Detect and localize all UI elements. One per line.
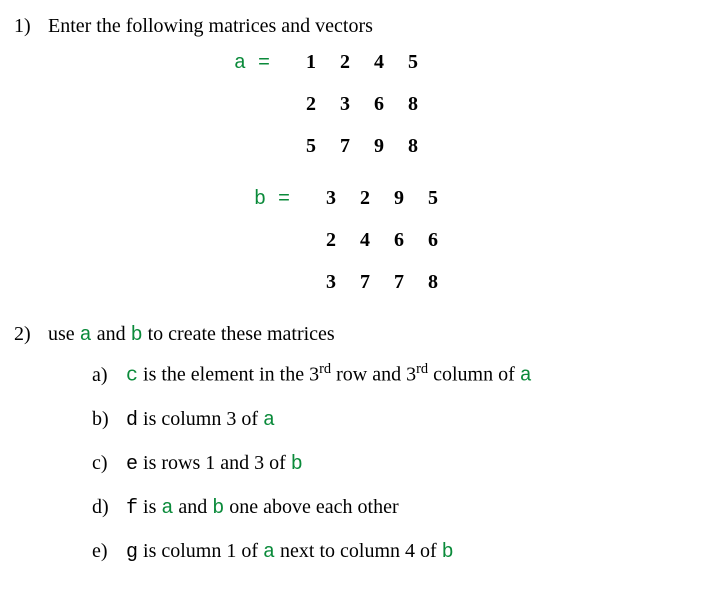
matrix-cell: 2: [348, 182, 382, 214]
q1-number: 1): [14, 10, 48, 42]
sub-text: f is a and b one above each other: [126, 491, 399, 525]
subitem-e: e) g is column 1 of a next to column 4 o…: [92, 535, 712, 569]
text-fragment: next to column 4 of: [275, 540, 442, 562]
text-fragment: row and 3: [331, 364, 416, 386]
text-fragment: and: [173, 496, 212, 518]
text-fragment: is column 1 of: [138, 540, 263, 562]
sub-text: c is the element in the 3rd row and 3rd …: [126, 358, 532, 393]
subitem-b: b) d is column 3 of a: [92, 403, 712, 437]
matrix-cell: 2: [294, 88, 328, 120]
q2-text: use a and b to create these matrices: [48, 318, 335, 352]
matrix-row: 3 7 7 8: [314, 266, 450, 298]
var-b: b: [212, 497, 224, 520]
matrix-cell: 7: [382, 266, 416, 298]
matrix-cell: 4: [362, 46, 396, 78]
matrix-a-block: a = 1 2 4 5 2 3 6 8 5 7 9 8: [234, 46, 712, 172]
sub-label: e): [92, 535, 126, 567]
var-b: b: [291, 453, 303, 476]
sub-text: d is column 3 of a: [126, 403, 275, 437]
ordinal-suffix: rd: [319, 361, 331, 377]
var-f: f: [126, 497, 138, 520]
var-a: a: [263, 541, 275, 564]
matrix-row: 5 7 9 8: [294, 130, 430, 162]
text-fragment: use: [48, 323, 80, 345]
matrix-cell: 7: [328, 130, 362, 162]
var-c: c: [126, 365, 138, 388]
text-fragment: column of: [428, 364, 520, 386]
sub-label: b): [92, 403, 126, 435]
matrix-cell: 5: [294, 130, 328, 162]
var-a: a: [263, 409, 275, 432]
matrix-cell: 3: [314, 182, 348, 214]
matrix-a-label: a =: [234, 46, 294, 80]
matrix-row: 2 3 6 8: [294, 88, 430, 120]
text-fragment: is: [138, 496, 161, 518]
matrix-cell: 4: [348, 224, 382, 256]
sub-text: g is column 1 of a next to column 4 of b: [126, 535, 454, 569]
matrix-cell: 9: [362, 130, 396, 162]
matrix-cell: 2: [314, 224, 348, 256]
subitem-d: d) f is a and b one above each other: [92, 491, 712, 525]
matrix-cell: 6: [382, 224, 416, 256]
matrix-b: 3 2 9 5 2 4 6 6 3 7 7 8: [314, 182, 450, 308]
text-fragment: and: [92, 323, 131, 345]
matrix-cell: 2: [328, 46, 362, 78]
matrix-a: 1 2 4 5 2 3 6 8 5 7 9 8: [294, 46, 430, 172]
matrix-cell: 9: [382, 182, 416, 214]
sub-label: a): [92, 359, 126, 391]
text-fragment: to create these matrices: [143, 323, 335, 345]
matrix-cell: 6: [416, 224, 450, 256]
var-a: a: [80, 324, 92, 347]
sub-label: d): [92, 491, 126, 523]
question-2-header: 2) use a and b to create these matrices: [14, 318, 712, 352]
matrix-cell: 8: [396, 130, 430, 162]
question-1-header: 1) Enter the following matrices and vect…: [14, 10, 712, 42]
text-fragment: one above each other: [224, 496, 398, 518]
subitem-a: a) c is the element in the 3rd row and 3…: [92, 358, 712, 393]
matrix-cell: 3: [328, 88, 362, 120]
matrix-row: 1 2 4 5: [294, 46, 430, 78]
q2-sublist: a) c is the element in the 3rd row and 3…: [92, 358, 712, 569]
var-b: b: [442, 541, 454, 564]
matrix-cell: 8: [416, 266, 450, 298]
matrix-cell: 8: [396, 88, 430, 120]
q1-text: Enter the following matrices and vectors: [48, 10, 373, 42]
matrix-b-label: b =: [254, 182, 314, 216]
matrix-row: 2 4 6 6: [314, 224, 450, 256]
var-b: b: [131, 324, 143, 347]
subitem-c: c) e is rows 1 and 3 of b: [92, 447, 712, 481]
var-a: a: [520, 365, 532, 388]
matrix-cell: 7: [348, 266, 382, 298]
matrix-b-block: b = 3 2 9 5 2 4 6 6 3 7 7 8: [254, 182, 712, 308]
sub-text: e is rows 1 and 3 of b: [126, 447, 303, 481]
text-fragment: is rows 1 and 3 of: [138, 452, 291, 474]
matrix-cell: 5: [396, 46, 430, 78]
sub-label: c): [92, 447, 126, 479]
matrix-cell: 3: [314, 266, 348, 298]
var-g: g: [126, 541, 138, 564]
text-fragment: is the element in the 3: [138, 364, 319, 386]
matrix-row: 3 2 9 5: [314, 182, 450, 214]
matrix-cell: 5: [416, 182, 450, 214]
matrix-cell: 1: [294, 46, 328, 78]
var-d: d: [126, 409, 138, 432]
var-a: a: [161, 497, 173, 520]
matrix-cell: 6: [362, 88, 396, 120]
var-e: e: [126, 453, 138, 476]
ordinal-suffix: rd: [416, 361, 428, 377]
q2-number: 2): [14, 318, 48, 350]
text-fragment: is column 3 of: [138, 408, 263, 430]
